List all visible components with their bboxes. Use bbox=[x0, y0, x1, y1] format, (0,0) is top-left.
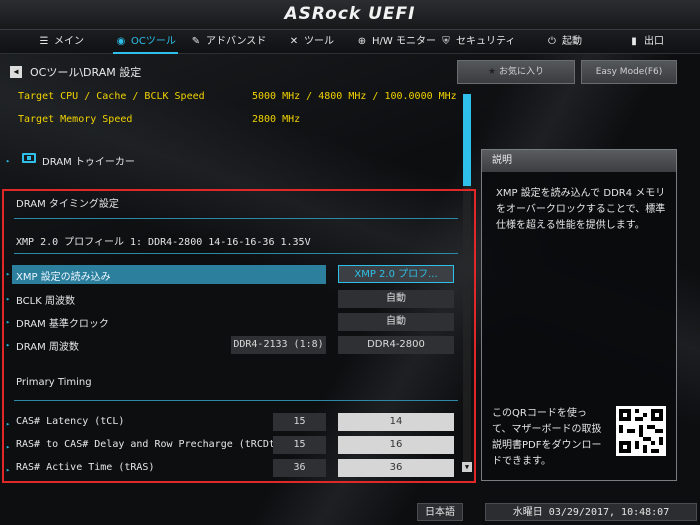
trcdtrp-input[interactable]: 16 bbox=[338, 436, 454, 454]
qr-code-caption: このQRコードを使って、マザーボードの取扱説明書PDFをダウンロードできます。 bbox=[492, 408, 602, 467]
nav-item-security[interactable]: ⛨ セキュリティ bbox=[440, 30, 515, 54]
tras-current: 36 bbox=[273, 459, 326, 477]
nav-item-label: OCツール bbox=[131, 36, 176, 47]
language-selector[interactable]: 日本語 bbox=[417, 503, 463, 521]
favorites-label: お気に入り bbox=[498, 67, 544, 77]
header-bar: ASRock UEFI bbox=[0, 0, 700, 30]
dram-frequency-dropdown[interactable]: DDR4-2800 bbox=[338, 336, 454, 354]
row-marker-icon: ▸ bbox=[6, 157, 11, 165]
advanced-icon: ✎ bbox=[191, 36, 201, 47]
nav-item-boot[interactable]: ⏻ 起動 bbox=[546, 30, 582, 54]
description-panel: 説明 XMP 設定を読み込んで DDR4 メモリをオーバークロックすることで、標… bbox=[481, 149, 677, 481]
nav-item-advanced[interactable]: ✎ アドバンスド bbox=[190, 30, 267, 54]
dram-module-icon bbox=[22, 153, 36, 163]
nav-item-label: H/W モニター bbox=[372, 36, 436, 47]
nav-item-label: セキュリティ bbox=[456, 36, 516, 47]
bclk-frequency-dropdown[interactable]: 自動 bbox=[338, 290, 454, 308]
nav-item-label: 起動 bbox=[562, 36, 582, 47]
row-marker-icon: ▸ bbox=[6, 420, 11, 428]
nav-item-hw-monitor[interactable]: ⊕ H/W モニター bbox=[356, 30, 436, 54]
breadcrumb: OCツール\DRAM 設定 bbox=[30, 66, 142, 79]
row-marker-icon: ▸ bbox=[6, 341, 11, 349]
target-cpu-label: Target CPU / Cache / BCLK Speed bbox=[18, 91, 205, 102]
dram-frequency-label[interactable]: DRAM 周波数 bbox=[16, 338, 79, 353]
row-marker-icon: ▸ bbox=[6, 270, 11, 278]
section-divider bbox=[14, 218, 458, 219]
primary-timing-title: Primary Timing bbox=[16, 377, 92, 388]
cas-latency-label[interactable]: CAS# Latency (tCL) bbox=[16, 416, 124, 427]
nav-item-label: 出口 bbox=[644, 36, 664, 47]
load-xmp-setting-dropdown[interactable]: XMP 2.0 プロフ... bbox=[338, 265, 454, 283]
nav-item-label: アドバンスド bbox=[206, 36, 267, 47]
nav-item-oc-tool[interactable]: ◉ OCツール bbox=[113, 30, 178, 54]
asrock-uefi-logo: ASRock UEFI bbox=[284, 4, 416, 24]
target-cpu-value: 5000 MHz / 4800 MHz / 100.0000 MHz bbox=[252, 91, 457, 102]
description-text: XMP 設定を読み込んで DDR4 メモリをオーバークロックすることで、標準仕様… bbox=[496, 188, 666, 231]
target-memory-label: Target Memory Speed bbox=[18, 114, 133, 125]
main-nav: ☰ メイン ◉ OCツール ✎ アドバンスド ✕ ツール ⊕ H/W モニター ⛨ セキュリ… bbox=[0, 30, 700, 54]
dram-frequency-current: DDR4-2133 (1:8) bbox=[231, 336, 326, 354]
qr-code-icon bbox=[616, 406, 666, 456]
bclk-frequency-label[interactable]: BCLK 周波数 bbox=[16, 292, 75, 307]
easy-mode-button[interactable]: Easy Mode(F6) bbox=[581, 60, 677, 84]
tras-input[interactable]: 36 bbox=[338, 459, 454, 477]
row-marker-icon: ▸ bbox=[6, 443, 11, 451]
description-title: 説明 bbox=[482, 150, 676, 172]
favorites-button[interactable]: ★ お気に入り bbox=[457, 60, 575, 84]
datetime-display: 水曜日 03/29/2017, 10:48:07 bbox=[485, 503, 697, 521]
load-xmp-setting-label[interactable]: XMP 設定の読み込み bbox=[16, 268, 111, 283]
easy-mode-label: Easy Mode(F6) bbox=[595, 67, 663, 77]
boot-icon: ⏻ bbox=[548, 36, 556, 47]
row-marker-icon: ▸ bbox=[6, 318, 11, 326]
nav-item-main[interactable]: ☰ メイン bbox=[38, 30, 84, 54]
hw-monitor-icon: ⊕ bbox=[357, 36, 367, 47]
tool-icon: ✕ bbox=[289, 36, 299, 47]
target-memory-value: 2800 MHz bbox=[252, 114, 301, 125]
dram-tweaker-item[interactable]: DRAM トゥイーカー bbox=[42, 153, 135, 168]
nav-item-label: ツール bbox=[304, 36, 334, 47]
scrollbar-thumb[interactable] bbox=[463, 94, 471, 186]
back-arrow-icon[interactable]: ◀ bbox=[10, 66, 22, 78]
security-icon: ⛨ bbox=[442, 36, 450, 47]
row-marker-icon: ▸ bbox=[6, 295, 11, 303]
exit-icon: ▮ bbox=[631, 36, 637, 47]
dram-reference-clock-label[interactable]: DRAM 基準クロック bbox=[16, 315, 109, 330]
cas-latency-input[interactable]: 14 bbox=[338, 413, 454, 431]
nav-item-tool[interactable]: ✕ ツール bbox=[288, 30, 334, 54]
trcdtrp-label[interactable]: RAS# to CAS# Delay and Row Precharge (tR… bbox=[16, 439, 293, 450]
dram-reference-clock-dropdown[interactable]: 自動 bbox=[338, 313, 454, 331]
nav-item-exit[interactable]: ▮ 出口 bbox=[628, 30, 664, 54]
nav-item-label: メイン bbox=[54, 36, 84, 47]
section-divider bbox=[14, 400, 458, 401]
tras-label[interactable]: RAS# Active Time (tRAS) bbox=[16, 462, 154, 473]
star-icon: ★ bbox=[488, 67, 497, 77]
xmp-profile-info: XMP 2.0 プロフィール 1: DDR4-2800 14-16-16-36 … bbox=[16, 237, 311, 248]
dram-timing-title: DRAM タイミング設定 bbox=[16, 199, 119, 210]
oc-tool-icon: ◉ bbox=[116, 36, 126, 47]
menu-icon: ☰ bbox=[39, 36, 49, 47]
section-divider bbox=[14, 253, 458, 254]
cas-latency-current: 15 bbox=[273, 413, 326, 431]
trcdtrp-current: 15 bbox=[273, 436, 326, 454]
row-marker-icon: ▸ bbox=[6, 466, 11, 474]
